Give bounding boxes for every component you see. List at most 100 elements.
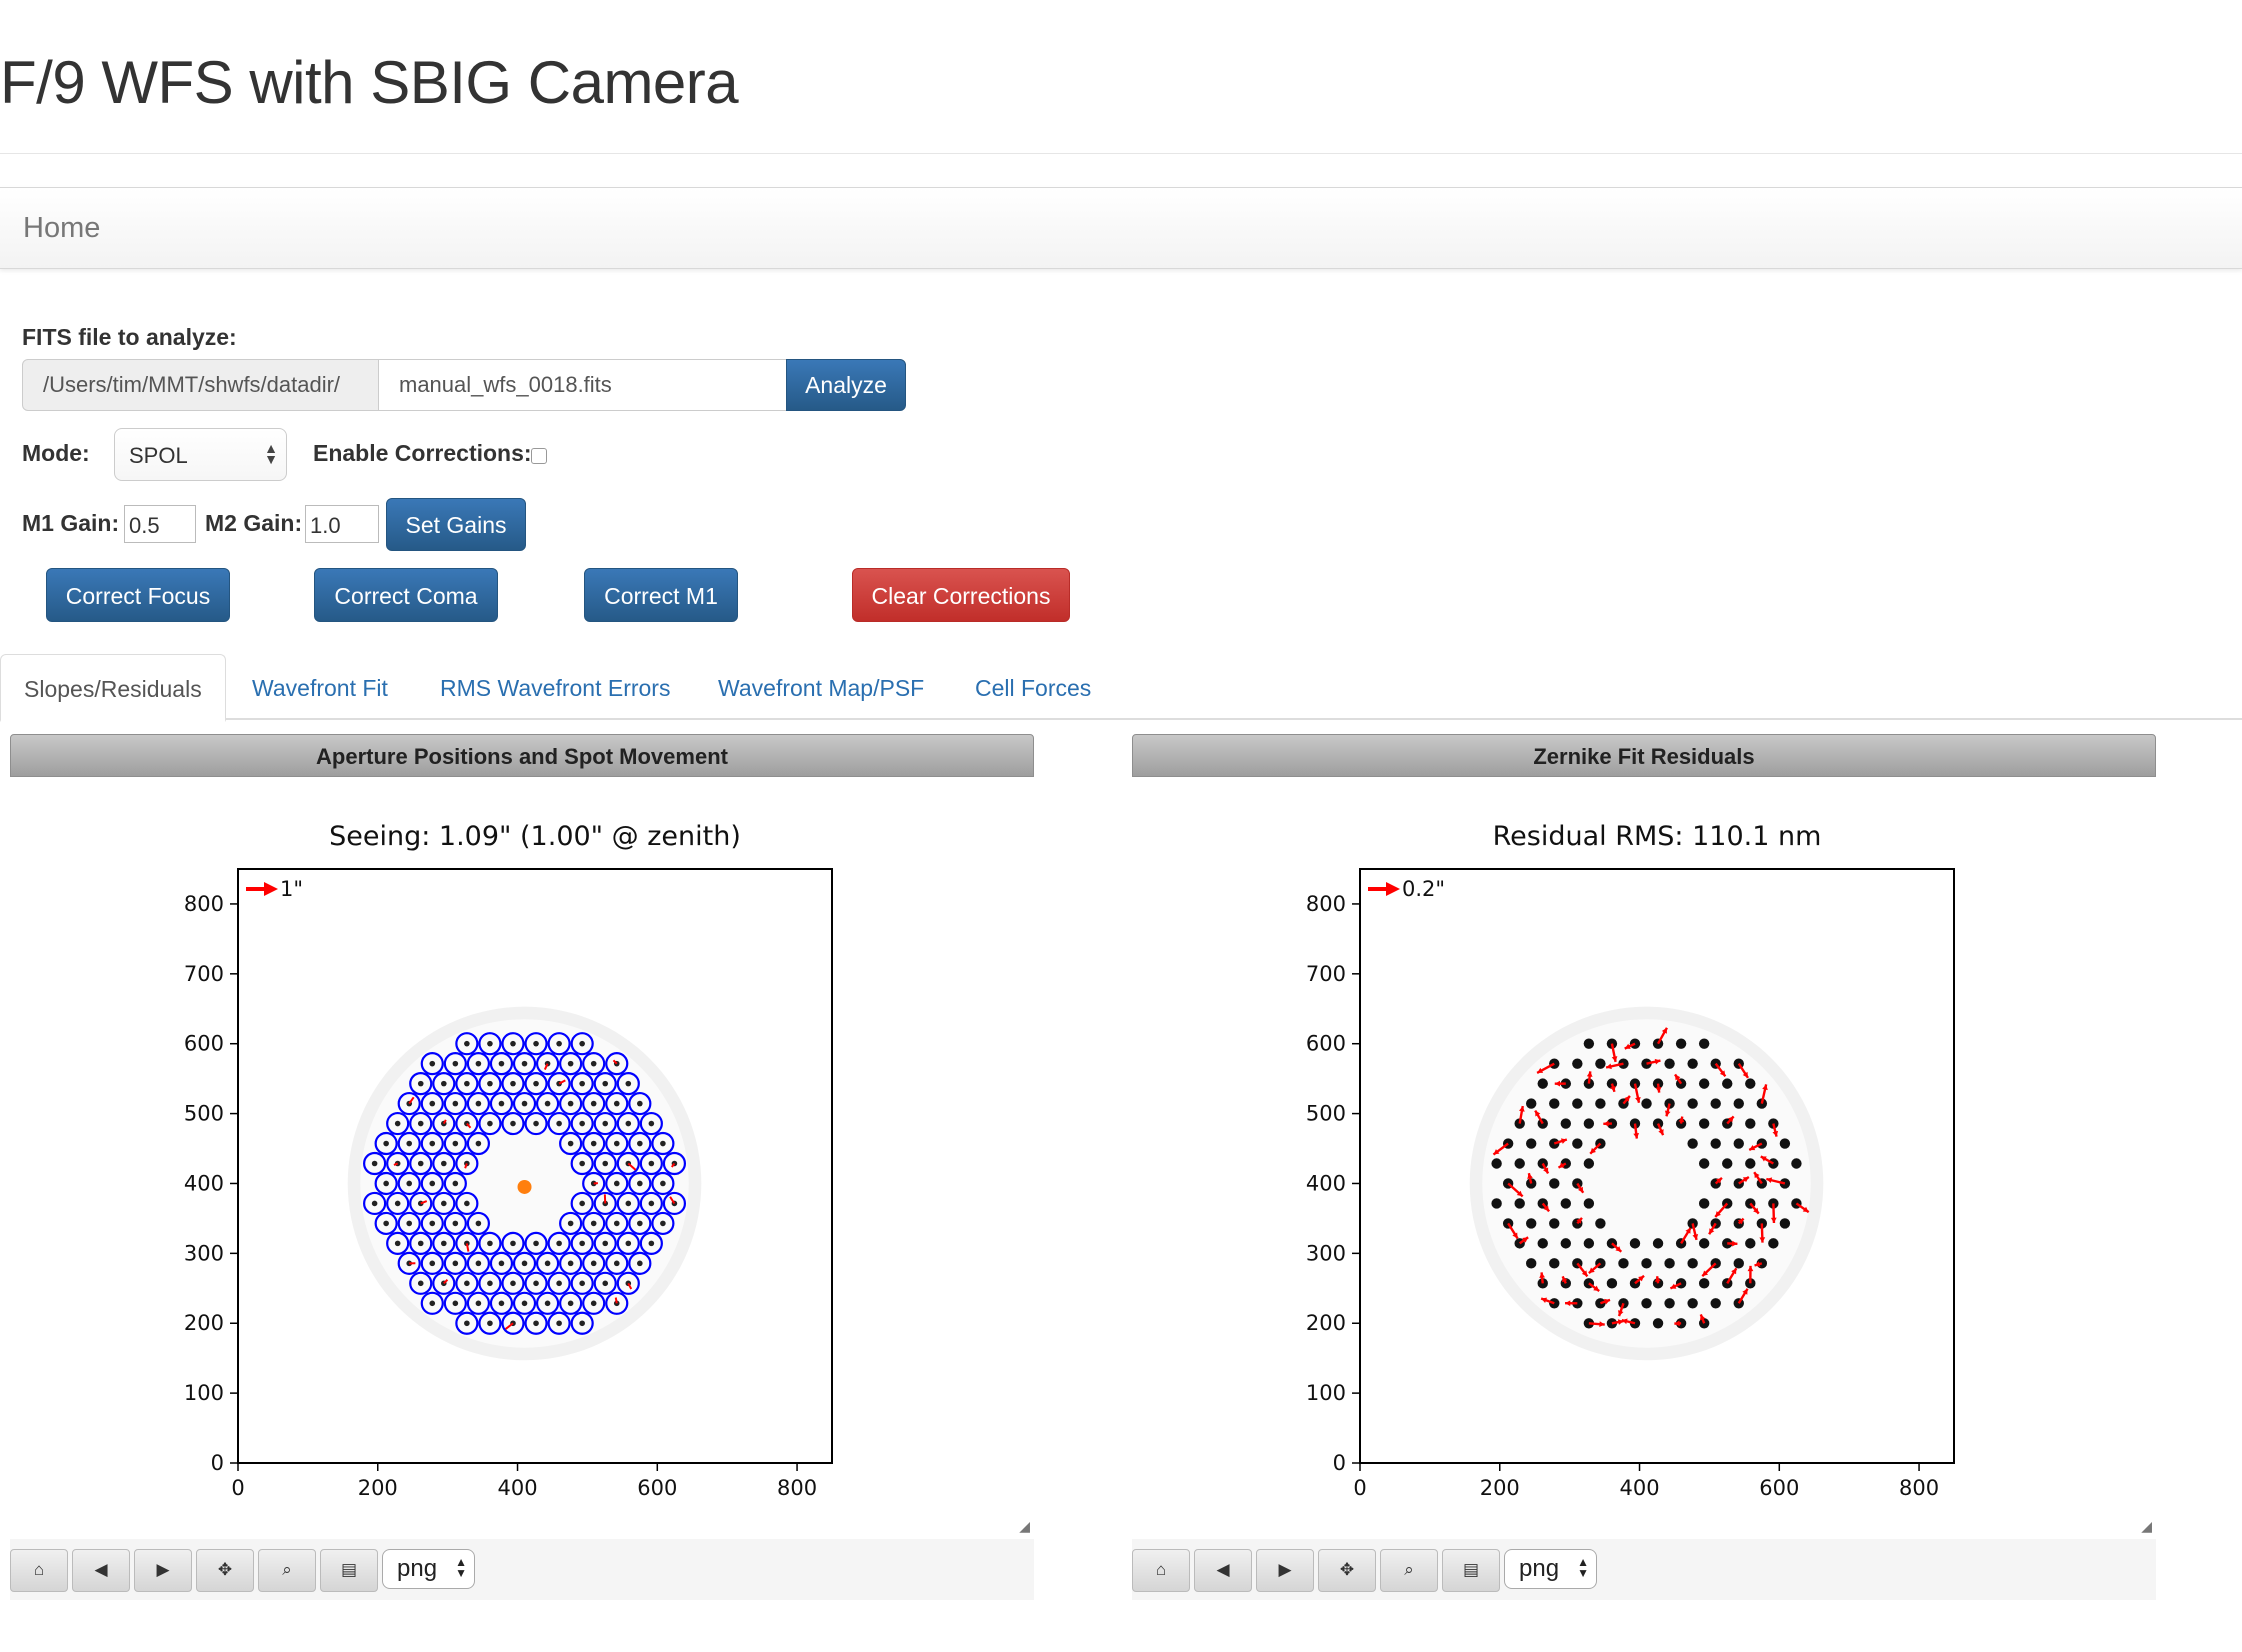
save-icon[interactable]: ▤ bbox=[320, 1549, 378, 1592]
spot-point bbox=[1768, 1238, 1779, 1249]
resize-grip-icon[interactable]: ◢ bbox=[2141, 1518, 2152, 1535]
spot-point bbox=[1722, 1278, 1733, 1289]
spot-point bbox=[1791, 1158, 1802, 1169]
tab-wavefront-map-psf[interactable]: Wavefront Map/PSF bbox=[718, 654, 924, 720]
spot-point bbox=[1526, 1138, 1537, 1149]
spot-point bbox=[544, 1100, 551, 1107]
slope-vector bbox=[393, 1162, 399, 1166]
spot-point bbox=[510, 1080, 516, 1087]
spot-point bbox=[1606, 1278, 1618, 1289]
navbar: Home bbox=[0, 187, 2242, 269]
spot-point bbox=[1549, 1098, 1560, 1109]
spot-point bbox=[1583, 1038, 1595, 1049]
x-tick-label: 0 bbox=[231, 1476, 244, 1500]
spot-point bbox=[533, 1280, 539, 1287]
x-tick-label: 600 bbox=[637, 1476, 677, 1500]
spot-point bbox=[1698, 1158, 1710, 1169]
set-gains-button[interactable]: Set Gains bbox=[386, 498, 526, 551]
nav-home-link[interactable]: Home bbox=[23, 212, 100, 245]
tab-cell-forces[interactable]: Cell Forces bbox=[975, 654, 1091, 720]
spot-point bbox=[1745, 1118, 1756, 1129]
spot-point bbox=[648, 1200, 655, 1207]
residuals-panel-header: Zernike Fit Residuals bbox=[1132, 734, 2156, 777]
spot-point bbox=[429, 1100, 436, 1107]
zoom-icon[interactable]: ⌕ bbox=[258, 1549, 316, 1592]
spot-point bbox=[1733, 1138, 1744, 1149]
spot-point bbox=[637, 1220, 643, 1227]
format-select-value: png bbox=[397, 1555, 438, 1582]
correct-coma-button[interactable]: Correct Coma bbox=[314, 568, 498, 622]
aperture-panel: Aperture Positions and Spot Movement See… bbox=[10, 734, 1034, 1600]
enable-corrections-checkbox[interactable] bbox=[531, 448, 547, 464]
spot-point bbox=[556, 1320, 562, 1327]
home-icon[interactable]: ⌂ bbox=[10, 1549, 68, 1592]
zernike-residuals-chart: Residual RMS: 110.1 nm 0 200 400 600 800 0 100 2… bbox=[1306, 821, 1955, 1500]
correct-focus-button[interactable]: Correct Focus bbox=[46, 568, 230, 622]
spot-point bbox=[1549, 1178, 1560, 1189]
format-select[interactable]: png ▲ ▼ bbox=[1504, 1549, 1597, 1589]
y-tick-label: 700 bbox=[184, 962, 224, 986]
spot-point bbox=[487, 1120, 493, 1127]
spot-point bbox=[441, 1080, 447, 1087]
spot-point bbox=[567, 1220, 574, 1227]
aperture-plot-area: Seeing: 1.09" (1.00" @ zenith) 0 200 400 600… bbox=[10, 777, 1034, 1539]
filename-input[interactable]: manual_wfs_0018.fits bbox=[379, 359, 787, 411]
spot-point bbox=[498, 1100, 505, 1107]
spot-point bbox=[533, 1040, 539, 1047]
spot-point bbox=[452, 1180, 459, 1187]
home-icon[interactable]: ⌂ bbox=[1132, 1549, 1190, 1592]
clear-corrections-button[interactable]: Clear Corrections bbox=[852, 568, 1070, 622]
analyze-button[interactable]: Analyze bbox=[786, 359, 906, 411]
mode-select[interactable]: SPOL ▲ ▼ bbox=[114, 428, 287, 481]
spot-point bbox=[429, 1140, 436, 1147]
x-tick-label: 200 bbox=[358, 1476, 398, 1500]
tab-slopes-residuals[interactable]: Slopes/Residuals bbox=[0, 654, 226, 722]
pan-icon[interactable]: ✥ bbox=[196, 1549, 254, 1592]
forward-icon[interactable]: ▶ bbox=[134, 1549, 192, 1592]
spot-point bbox=[1629, 1238, 1641, 1249]
spot-point bbox=[1722, 1158, 1733, 1169]
back-icon[interactable]: ◀ bbox=[1194, 1549, 1252, 1592]
y-tick-label: 600 bbox=[1306, 1032, 1346, 1056]
spot-point bbox=[1514, 1158, 1525, 1169]
m1-gain-input[interactable]: 0.5 bbox=[124, 505, 196, 543]
select-arrows-icon: ▲ ▼ bbox=[264, 440, 278, 467]
spot-point bbox=[613, 1180, 620, 1187]
spot-point bbox=[475, 1060, 482, 1067]
fits-file-label: FITS file to analyze: bbox=[22, 324, 237, 350]
spot-point bbox=[452, 1220, 459, 1227]
x-tick-label: 200 bbox=[1480, 1476, 1520, 1500]
aperture-plot-toolbar: ⌂ ◀ ▶ ✥ ⌕ ▤ png ▲ ▼ bbox=[10, 1539, 1034, 1600]
forward-icon[interactable]: ▶ bbox=[1256, 1549, 1314, 1592]
spot-point bbox=[521, 1300, 528, 1307]
slope-vector bbox=[614, 1297, 618, 1304]
spot-point bbox=[371, 1160, 378, 1167]
pan-icon[interactable]: ✥ bbox=[1318, 1549, 1376, 1592]
format-select[interactable]: png ▲ ▼ bbox=[382, 1549, 475, 1589]
spot-point bbox=[556, 1280, 562, 1287]
spot-point bbox=[590, 1140, 597, 1147]
zoom-icon[interactable]: ⌕ bbox=[1380, 1549, 1438, 1592]
back-icon[interactable]: ◀ bbox=[72, 1549, 130, 1592]
x-tick-label: 400 bbox=[1619, 1476, 1659, 1500]
spot-point bbox=[579, 1080, 585, 1087]
spot-point bbox=[1664, 1258, 1675, 1269]
tab-rms-wavefront-errors[interactable]: RMS Wavefront Errors bbox=[440, 654, 670, 720]
save-icon[interactable]: ▤ bbox=[1442, 1549, 1500, 1592]
spot-point bbox=[1491, 1158, 1502, 1169]
spot-point bbox=[613, 1260, 620, 1267]
tab-wavefront-fit[interactable]: Wavefront Fit bbox=[252, 654, 388, 720]
correct-m1-button[interactable]: Correct M1 bbox=[584, 568, 738, 622]
m2-gain-input[interactable]: 1.0 bbox=[305, 505, 379, 543]
spot-point bbox=[579, 1160, 585, 1167]
spot-point bbox=[383, 1180, 389, 1187]
spot-point bbox=[394, 1200, 401, 1207]
y-tick-label: 300 bbox=[1306, 1241, 1346, 1265]
spot-point bbox=[660, 1140, 666, 1147]
spot-point bbox=[510, 1240, 516, 1247]
spot-point bbox=[579, 1280, 585, 1287]
spot-point bbox=[1710, 1298, 1721, 1309]
spot-point bbox=[1572, 1138, 1583, 1149]
spot-point bbox=[648, 1240, 655, 1247]
resize-grip-icon[interactable]: ◢ bbox=[1019, 1518, 1030, 1535]
